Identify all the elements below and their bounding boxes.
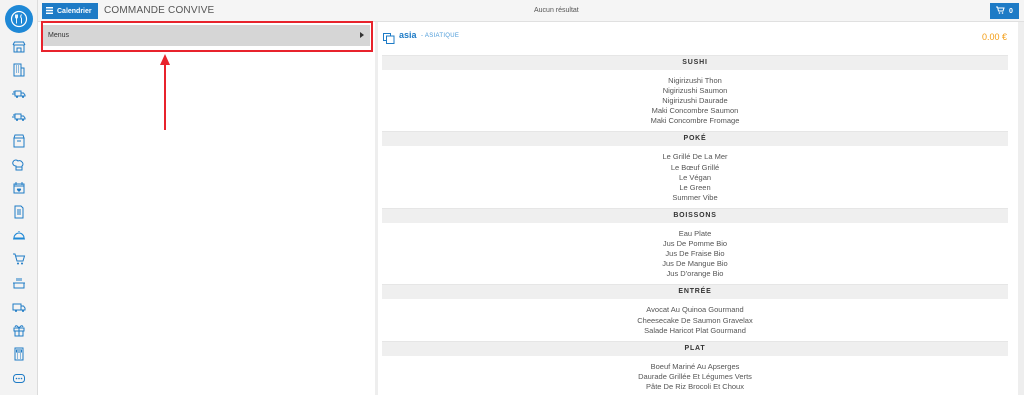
box-icon[interactable] <box>12 134 26 148</box>
menu-item[interactable]: Summer Vibe <box>382 193 1008 203</box>
menu-item[interactable]: Pâte De Riz Brocoli Et Choux <box>382 382 1008 392</box>
menu-item[interactable]: Nigirizushi Daurade <box>382 96 1008 106</box>
sidebar <box>0 0 38 395</box>
building-icon[interactable] <box>12 63 26 77</box>
highlight-box <box>41 21 373 52</box>
delivery-truck-icon[interactable] <box>12 300 26 314</box>
calculator-icon[interactable] <box>12 347 26 361</box>
calendar-button[interactable]: Calendrier <box>42 3 98 19</box>
section-items: Avocat Au Quinoa Gourmand Cheesecake De S… <box>382 299 1008 340</box>
section-items: Nigirizushi Thon Nigirizushi Saumon Nigiri… <box>382 70 1008 131</box>
menu-item[interactable]: Le Green <box>382 183 1008 193</box>
document-icon[interactable] <box>12 205 26 219</box>
section-items: Boeuf Mariné Au Apserges Daurade Grillée … <box>382 356 1008 395</box>
top-bar: Calendrier COMMANDE CONVIVE Aucun résult… <box>38 0 1024 22</box>
menu-item[interactable]: Salade Haricot Plat Gourmand <box>382 326 1008 336</box>
menu-list: SUSHI Nigirizushi Thon Nigirizushi Saumon N… <box>382 55 1008 395</box>
cooking-pot-icon[interactable] <box>12 276 26 290</box>
menu-item[interactable]: Avocat Au Quinoa Gourmand <box>382 305 1008 315</box>
calendar-heart-icon[interactable] <box>12 181 26 195</box>
truck-fast-icon[interactable] <box>12 87 26 101</box>
menu-item[interactable]: Eau Plate <box>382 229 1008 239</box>
arrow-up-icon <box>160 54 170 130</box>
menu-item[interactable]: Cheesecake De Saumon Gravelax <box>382 316 1008 326</box>
shop-category: - ASIATIQUE <box>421 33 460 39</box>
cart-button[interactable]: 0 <box>990 3 1019 19</box>
menu-item[interactable]: Le Végan <box>382 173 1008 183</box>
menu-item[interactable]: Nigirizushi Thon <box>382 76 1008 86</box>
page-title: COMMANDE CONVIVE <box>104 5 215 16</box>
menu-item[interactable]: Maki Concombre Fromage <box>382 116 1008 126</box>
chat-icon[interactable] <box>12 372 26 386</box>
cloche-icon[interactable] <box>12 228 26 242</box>
calendar-button-label: Calendrier <box>57 7 92 15</box>
gift-icon[interactable] <box>12 323 26 337</box>
store-icon[interactable] <box>12 40 26 54</box>
section-header: POKÉ <box>382 131 1008 147</box>
shop-icon <box>383 31 395 44</box>
section-header: SUSHI <box>382 55 1008 70</box>
menu-item[interactable]: Boeuf Mariné Au Apserges <box>382 362 1008 372</box>
section-items: Eau Plate Jus De Pomme Bio Jus De Fraise B… <box>382 223 1008 284</box>
cart-icon <box>996 6 1005 16</box>
section-header: ENTRÉE <box>382 284 1008 300</box>
menu-item[interactable]: Jus De Pomme Bio <box>382 239 1008 249</box>
chef-hat-icon[interactable] <box>12 158 26 172</box>
menu-item[interactable]: Jus D'orange Bio <box>382 269 1008 279</box>
section-items: Le Grillé De La Mer Le Bœuf Grillé Le Véga… <box>382 146 1008 207</box>
total-price: 0.00 € <box>981 32 1007 42</box>
menu-item[interactable]: Maki Concombre Saumon <box>382 106 1008 116</box>
status-text: Aucun résultat <box>534 7 579 14</box>
menu-item[interactable]: Jus De Mangue Bio <box>382 259 1008 269</box>
cart-icon[interactable] <box>12 252 26 266</box>
menu-item[interactable]: Jus De Fraise Bio <box>382 249 1008 259</box>
menu-item[interactable]: Nigirizushi Saumon <box>382 86 1008 96</box>
grid-icon <box>46 6 53 16</box>
cart-count: 0 <box>1009 7 1013 15</box>
section-header: BOISSONS <box>382 207 1008 223</box>
left-panel <box>38 22 375 395</box>
fork-knife-logo-icon[interactable] <box>5 5 33 33</box>
section-header: PLAT <box>382 340 1008 356</box>
menu-item[interactable]: Le Bœuf Grillé <box>382 163 1008 173</box>
shop-name: asia <box>399 30 417 40</box>
menu-item[interactable]: Le Grillé De La Mer <box>382 152 1008 162</box>
menu-item[interactable]: Daurade Grillée Et Légumes Verts <box>382 372 1008 382</box>
truck-fast-icon[interactable] <box>12 110 26 124</box>
